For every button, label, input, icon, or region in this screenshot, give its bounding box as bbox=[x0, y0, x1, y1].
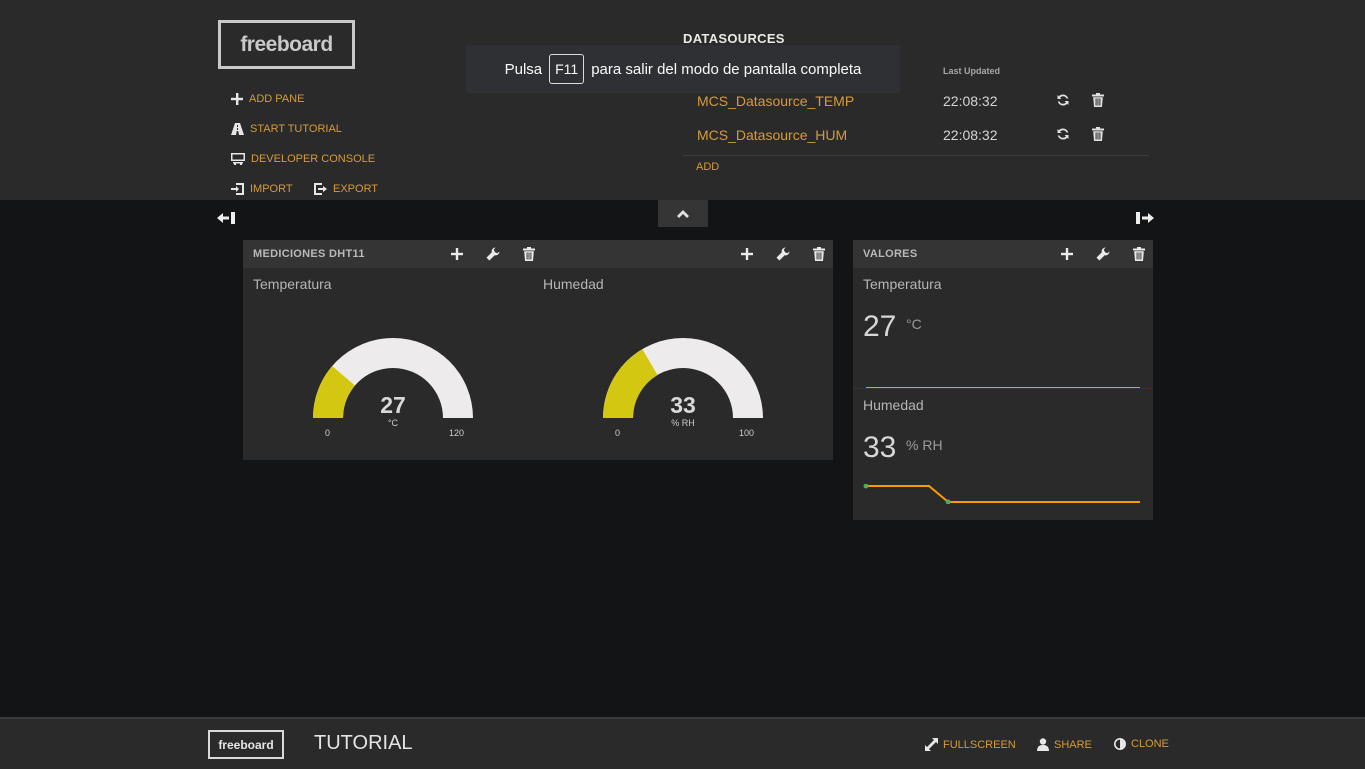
sparkline-line bbox=[866, 485, 1140, 503]
export-icon bbox=[314, 183, 327, 195]
humidity-sparkline bbox=[863, 484, 1140, 504]
refresh-icon[interactable] bbox=[1056, 93, 1070, 107]
header-panel: freeboard ADD PANE START TUTORIAL DEVELO… bbox=[0, 0, 1365, 200]
contrast-icon bbox=[1114, 738, 1126, 750]
freeboard-logo: freeboard bbox=[218, 20, 355, 69]
share-label: SHARE bbox=[1054, 738, 1092, 751]
developer-console-link[interactable]: DEVELOPER CONSOLE bbox=[231, 153, 375, 165]
road-icon bbox=[231, 123, 244, 135]
user-icon bbox=[1037, 738, 1049, 751]
gauge-max: 100 bbox=[739, 428, 755, 438]
pane-valores: VALORES Temperatura 27 °C Humedad 33 % R… bbox=[853, 240, 1153, 520]
add-pane-label: ADD PANE bbox=[249, 93, 305, 105]
trash-icon[interactable] bbox=[813, 247, 827, 261]
add-pane-link[interactable]: ADD PANE bbox=[231, 93, 304, 105]
import-link[interactable]: IMPORT bbox=[231, 183, 293, 195]
gauge-max: 120 bbox=[449, 428, 465, 438]
datasource-name[interactable]: MCS_Datasource_HUM bbox=[697, 127, 847, 143]
last-updated-column-header: Last Updated bbox=[943, 66, 1001, 76]
shrink-columns-button[interactable] bbox=[217, 211, 235, 230]
trash-icon[interactable] bbox=[1092, 127, 1106, 141]
text-widget-units: % RH bbox=[906, 437, 943, 453]
gauge-min: 0 bbox=[615, 428, 621, 438]
datasources-divider bbox=[683, 155, 1149, 156]
start-tutorial-link[interactable]: START TUTORIAL bbox=[231, 123, 342, 135]
monitor-icon bbox=[231, 153, 245, 165]
clone-label: CLONE bbox=[1131, 738, 1169, 750]
footer-logo[interactable]: freeboard bbox=[208, 730, 284, 759]
gauge-units: °C bbox=[387, 418, 399, 428]
datasource-updated: 22:08:32 bbox=[943, 127, 998, 143]
share-button[interactable]: SHARE bbox=[1037, 738, 1092, 751]
pane-header: VALORES bbox=[853, 240, 1153, 268]
wrench-icon[interactable] bbox=[776, 247, 790, 261]
plus-icon[interactable] bbox=[1061, 247, 1075, 261]
resize-icon bbox=[925, 738, 938, 751]
datasources-title: DATASOURCES bbox=[683, 31, 785, 46]
dashboard-title: TUTORIAL bbox=[314, 732, 413, 754]
toast-text-pre: Pulsa bbox=[504, 60, 543, 78]
widget-title: Temperatura bbox=[863, 276, 942, 292]
clone-button[interactable]: CLONE bbox=[1114, 738, 1169, 750]
datasource-row: MCS_Datasource_TEMP 22:08:32 bbox=[683, 93, 1149, 125]
widget-title: Humedad bbox=[543, 276, 604, 292]
chevron-up-icon bbox=[677, 209, 689, 218]
datasource-name[interactable]: MCS_Datasource_TEMP bbox=[697, 93, 854, 109]
wrench-icon[interactable] bbox=[486, 247, 500, 261]
toast-key: F11 bbox=[549, 54, 585, 84]
widget-divider bbox=[853, 388, 1153, 389]
text-widget-value: 27 bbox=[863, 310, 897, 343]
pane-title: MEDICIONES DHT11 bbox=[253, 248, 365, 260]
datasource-updated: 22:08:32 bbox=[943, 93, 998, 109]
pane-title: VALORES bbox=[863, 248, 918, 260]
plus-icon bbox=[231, 93, 243, 105]
fullscreen-toast: Pulsa F11 para salir del modo de pantall… bbox=[466, 45, 900, 93]
developer-console-label: DEVELOPER CONSOLE bbox=[251, 153, 376, 165]
trash-icon[interactable] bbox=[1092, 93, 1106, 107]
temperature-sparkline bbox=[866, 387, 1140, 389]
collapse-left-icon bbox=[217, 212, 235, 224]
export-label: EXPORT bbox=[333, 183, 379, 195]
add-datasource-link[interactable]: ADD bbox=[696, 161, 719, 173]
expand-columns-button[interactable] bbox=[1136, 211, 1154, 230]
collapse-header-button[interactable] bbox=[658, 200, 708, 227]
gauge-min: 0 bbox=[325, 428, 331, 438]
text-widget-units: °C bbox=[906, 316, 922, 332]
refresh-icon[interactable] bbox=[1056, 127, 1070, 141]
pane-header: MEDICIONES DHT11 bbox=[243, 240, 833, 268]
gauge-value: 27 bbox=[380, 392, 406, 418]
footer-bar: freeboard TUTORIAL FULLSCREEN SHARE CLON… bbox=[0, 717, 1365, 769]
start-tutorial-label: START TUTORIAL bbox=[250, 123, 342, 135]
import-icon bbox=[231, 183, 244, 195]
fullscreen-button[interactable]: FULLSCREEN bbox=[925, 738, 1016, 751]
widget-title: Humedad bbox=[863, 397, 924, 413]
sparkline-point bbox=[863, 484, 869, 489]
fullscreen-label: FULLSCREEN bbox=[943, 738, 1016, 751]
import-label: IMPORT bbox=[250, 183, 293, 195]
gauge-units: % RH bbox=[671, 418, 695, 428]
export-link[interactable]: EXPORT bbox=[314, 183, 378, 195]
text-widget-value: 33 bbox=[863, 431, 897, 464]
plus-icon[interactable] bbox=[741, 247, 755, 261]
toast-text-post: para salir del modo de pantalla completa bbox=[591, 60, 862, 78]
expand-right-icon bbox=[1136, 212, 1154, 224]
trash-icon[interactable] bbox=[1133, 247, 1147, 261]
wrench-icon[interactable] bbox=[1096, 247, 1110, 261]
pane-mediciones: MEDICIONES DHT11 Temperatura 27 °C 0 120… bbox=[243, 240, 833, 460]
plus-icon[interactable] bbox=[451, 247, 465, 261]
gauge-value: 33 bbox=[670, 392, 696, 418]
widget-title: Temperatura bbox=[253, 276, 332, 292]
trash-icon[interactable] bbox=[523, 247, 537, 261]
